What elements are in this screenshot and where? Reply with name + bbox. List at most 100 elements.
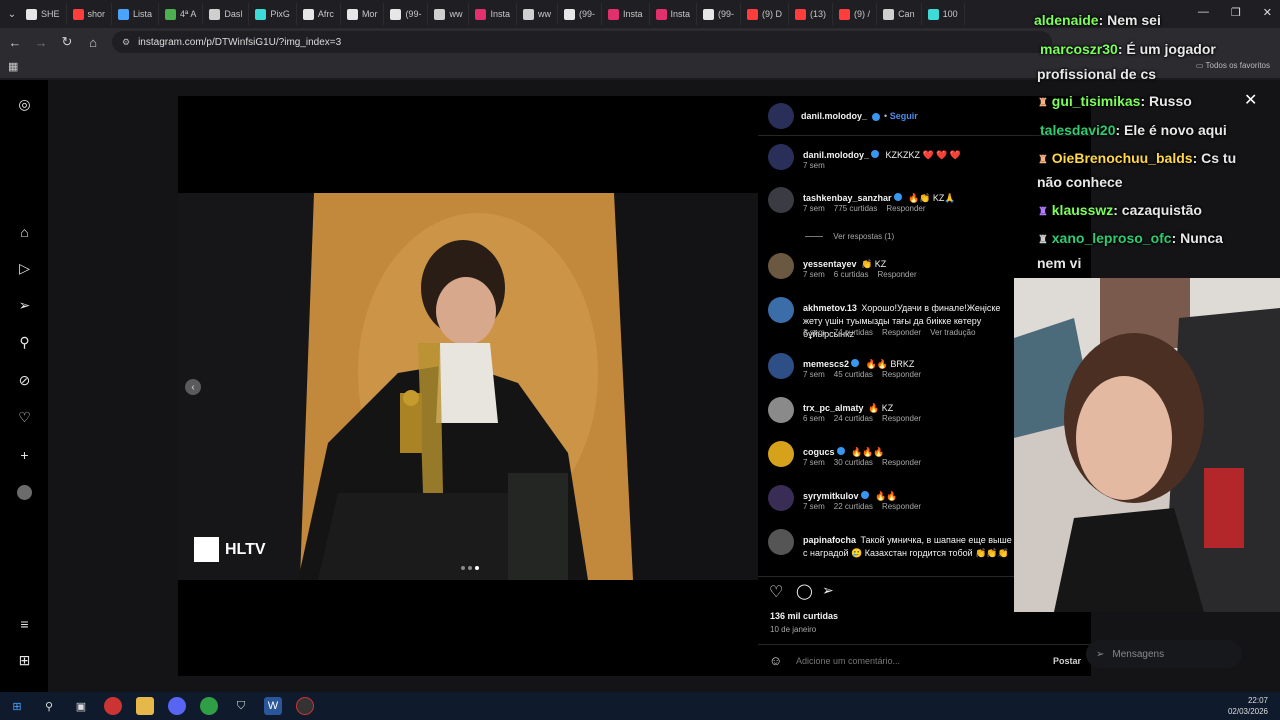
browser-tab[interactable]: Dasl — [203, 3, 250, 25]
more-menu-icon[interactable]: ≡ — [16, 615, 33, 632]
browser-tab[interactable]: (99- — [384, 3, 429, 25]
comment-likes[interactable]: 30 curtidas — [834, 458, 873, 467]
follow-button[interactable]: Seguir — [890, 111, 918, 121]
browser-tab[interactable]: SHE — [20, 3, 67, 25]
browser-tab[interactable]: Insta — [602, 3, 650, 25]
word-icon[interactable]: W — [264, 697, 282, 715]
commenter-avatar[interactable] — [768, 485, 794, 511]
browser-tab[interactable]: (99- — [697, 3, 742, 25]
obs-icon[interactable] — [296, 697, 314, 715]
minimize-icon[interactable]: — — [1198, 6, 1209, 19]
commenter-username[interactable]: cogucs — [803, 447, 835, 457]
comment-likes[interactable]: 45 curtidas — [834, 370, 873, 379]
instagram-logo-icon[interactable]: ◎ — [16, 96, 33, 113]
reply-button[interactable]: Responder — [882, 370, 921, 379]
browser-tab[interactable]: ww — [428, 3, 470, 25]
comment-likes[interactable]: 24 curtidas — [834, 414, 873, 423]
tab-search-button[interactable]: ⌄ — [4, 6, 20, 22]
browser-tab[interactable]: 4ª A — [159, 3, 204, 25]
home-nav-icon[interactable]: ⌂ — [16, 223, 33, 240]
browser-tab[interactable]: (9) D — [741, 3, 790, 25]
commenter-avatar[interactable] — [768, 397, 794, 423]
close-modal-icon[interactable]: ✕ — [1244, 90, 1257, 110]
commenter-username[interactable]: memescs2 — [803, 359, 849, 369]
browser-tab[interactable]: Lista — [112, 3, 160, 25]
browser-tab[interactable]: Afrc — [297, 3, 341, 25]
comment-icon[interactable]: ◯ — [796, 582, 813, 600]
commenter-avatar[interactable] — [768, 297, 794, 323]
browser-tab[interactable]: Can — [877, 3, 922, 25]
browser-tab[interactable]: (9) / — [833, 3, 878, 25]
commenter-avatar[interactable] — [768, 529, 794, 555]
emoji-icon[interactable]: ☺ — [769, 653, 782, 668]
browser-tab[interactable]: (99- — [558, 3, 602, 25]
maximize-icon[interactable]: ❐ — [1231, 6, 1241, 19]
site-info-icon[interactable]: ⚙ — [122, 37, 130, 48]
messages-button[interactable]: ➢ Mensagens — [1086, 640, 1242, 668]
reply-button[interactable]: Responder — [882, 502, 921, 511]
reload-icon[interactable]: ↻ — [56, 31, 78, 53]
browser-tab[interactable]: Insta — [469, 3, 517, 25]
task-view-icon[interactable]: ▣ — [72, 697, 90, 715]
commenter-avatar[interactable] — [768, 144, 794, 170]
back-icon[interactable]: ← — [4, 31, 26, 53]
commenter-username[interactable]: yessentayev — [803, 259, 857, 269]
explore-nav-icon[interactable]: ⊘ — [16, 372, 33, 389]
forward-icon[interactable]: → — [30, 31, 52, 53]
comment-likes[interactable]: 74 curtidas — [834, 328, 873, 337]
direct-nav-icon[interactable]: ➢ — [16, 297, 33, 314]
reply-button[interactable]: Responder — [877, 270, 916, 279]
likes-count[interactable]: 136 mil curtidas — [770, 611, 838, 621]
commenter-username[interactable]: papinafocha — [803, 535, 856, 545]
reels-nav-icon[interactable]: ▷ — [16, 260, 33, 277]
browser-tab[interactable]: (13) — [789, 3, 834, 25]
browser-tab[interactable]: Insta — [650, 3, 698, 25]
browser-tab[interactable]: Mor — [341, 3, 385, 25]
all-bookmarks[interactable]: ▭ Todos os favoritos — [1196, 61, 1270, 70]
comment-likes[interactable]: 775 curtidas — [834, 204, 878, 213]
browser-tab[interactable]: PixG — [249, 3, 297, 25]
meta-apps-icon[interactable]: ⊞ — [16, 652, 33, 669]
like-icon[interactable]: ♡ — [769, 582, 783, 602]
commenter-avatar[interactable] — [768, 187, 794, 213]
start-icon[interactable]: ⊞ — [8, 697, 26, 715]
post-comment-button[interactable]: Postar — [1053, 656, 1081, 666]
translate-button[interactable]: Ver tradução — [930, 328, 975, 337]
reply-button[interactable]: Responder — [882, 414, 921, 423]
browser-tab[interactable]: 100 — [922, 3, 965, 25]
commenter-username[interactable]: trx_pc_almaty — [803, 403, 864, 413]
security-icon[interactable]: ⛉ — [232, 697, 250, 715]
xbox-icon[interactable] — [200, 697, 218, 715]
carousel-prev-button[interactable]: ‹ — [185, 379, 201, 395]
comment-likes[interactable]: 22 curtidas — [834, 502, 873, 511]
file-explorer-icon[interactable] — [136, 697, 154, 715]
close-window-icon[interactable]: ✕ — [1263, 6, 1272, 19]
notifications-nav-icon[interactable]: ♡ — [16, 409, 33, 426]
profile-avatar[interactable] — [17, 485, 32, 500]
commenter-username[interactable]: tashkenbay_sanzhar — [803, 193, 892, 203]
commenter-avatar[interactable] — [768, 353, 794, 379]
browser-tab[interactable]: shor — [67, 3, 113, 25]
search-icon[interactable]: ⚲ — [40, 697, 58, 715]
create-nav-icon[interactable]: + — [16, 446, 33, 463]
reply-button[interactable]: Responder — [882, 458, 921, 467]
commenter-avatar[interactable] — [768, 253, 794, 279]
commenter-username[interactable]: akhmetov.13 — [803, 303, 857, 313]
reply-button[interactable]: Responder — [882, 328, 921, 337]
apps-icon[interactable]: ▦ — [8, 60, 18, 73]
commenter-username[interactable]: danil.molodoy_ — [803, 150, 869, 160]
url-field[interactable]: ⚙ instagram.com/p/DTWinfsiG1U/?img_index… — [112, 31, 1052, 53]
chrome-icon[interactable] — [104, 697, 122, 715]
clock[interactable]: 22:07 02/03/2026 — [1228, 695, 1268, 717]
view-replies-button[interactable]: Ver respostas (1) — [805, 232, 894, 241]
home-icon[interactable]: ⌂ — [82, 31, 104, 53]
discord-icon[interactable] — [168, 697, 186, 715]
comment-likes[interactable]: 6 curtidas — [834, 270, 869, 279]
author-avatar[interactable] — [768, 103, 794, 129]
commenter-avatar[interactable] — [768, 441, 794, 467]
browser-tab[interactable]: ww — [517, 3, 558, 25]
reply-button[interactable]: Responder — [886, 204, 925, 213]
author-username[interactable]: danil.molodoy_ — [801, 111, 867, 121]
commenter-username[interactable]: syrymitkulov — [803, 491, 859, 501]
comment-input[interactable] — [796, 653, 1036, 669]
